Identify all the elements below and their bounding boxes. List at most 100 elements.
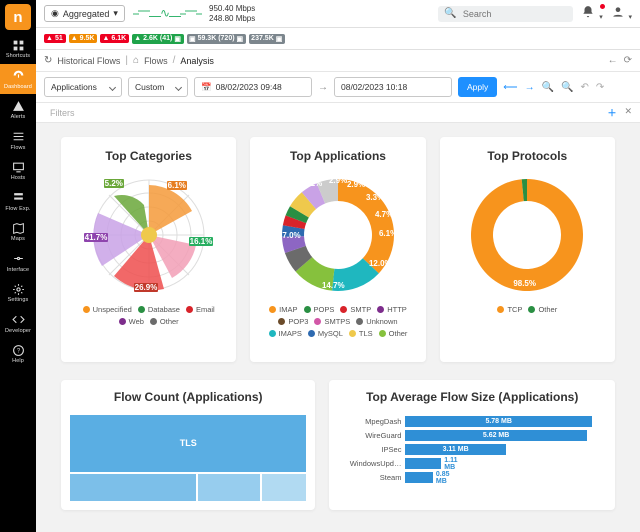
legend-swatch: [377, 306, 384, 313]
legend-item[interactable]: Unspecified: [83, 305, 132, 314]
treemap-cell[interactable]: [69, 473, 197, 502]
legend-swatch: [150, 318, 157, 325]
legend-item[interactable]: Other: [150, 317, 179, 326]
step-fwd-icon[interactable]: →: [525, 82, 535, 93]
topbar: ◉ Aggregated ▾ ⎯⎻⎼∿⎼⎯⎻⎯ 950.40 Mbps 248.…: [36, 0, 640, 28]
notifications-button[interactable]: ▾: [581, 5, 602, 22]
brand-logo[interactable]: n: [5, 4, 31, 30]
datetime-from[interactable]: 📅 08/02/2023 09:48: [194, 77, 312, 97]
legend-item[interactable]: Other: [379, 329, 408, 338]
sidebar-item-label: Dashboard: [4, 85, 32, 91]
range-select[interactable]: Custom: [128, 77, 188, 97]
treemap-cell[interactable]: [261, 473, 307, 502]
apply-button[interactable]: Apply: [458, 77, 497, 97]
bar[interactable]: 5.62 MB: [405, 430, 586, 441]
legend-item[interactable]: TCP: [497, 305, 522, 314]
donut-chart: 98.5%: [463, 171, 591, 299]
undo-icon[interactable]: ↶: [581, 82, 589, 93]
redo-icon[interactable]: ↷: [596, 82, 604, 93]
bar-track: 5.78 MB: [405, 416, 599, 427]
status-badge[interactable]: ▲ 51: [44, 34, 66, 43]
sidebar-item-dashboard[interactable]: Dashboard: [0, 64, 36, 95]
legend-item[interactable]: Web: [119, 317, 144, 326]
legend-item[interactable]: SMTPS: [314, 317, 350, 326]
step-back-icon[interactable]: ⟵: [503, 82, 517, 93]
gear-icon: [11, 282, 25, 296]
back-icon[interactable]: ←: [608, 55, 618, 66]
legend-item[interactable]: IMAPS: [269, 329, 302, 338]
map-icon: [11, 221, 25, 235]
bar[interactable]: 3.11 MB: [405, 444, 505, 455]
toolbar-icons: ⟵ → 🔍 🔍 ↶ ↷: [503, 82, 604, 93]
legend: Unspecified Database Email Web Other: [69, 305, 228, 326]
metric-select[interactable]: Applications: [44, 77, 122, 97]
legend-item[interactable]: Other: [528, 305, 557, 314]
sidebar-item-maps[interactable]: Maps: [0, 216, 36, 247]
sparkline-icon: ⎯⎻⎼∿⎼⎯⎻⎯: [133, 6, 201, 21]
breadcrumb-mid[interactable]: Flows: [144, 56, 168, 66]
bar-row: MpegDash5.78 MB: [341, 416, 599, 427]
legend-item[interactable]: Database: [138, 305, 180, 314]
status-badge[interactable]: ▲ 2.6K (41) ▣: [132, 34, 184, 44]
bar[interactable]: 5.78 MB: [405, 416, 591, 427]
bar-value: 3.11 MB: [443, 446, 469, 453]
bar[interactable]: 1.11 MB: [405, 458, 441, 469]
search-icon: 🔍: [444, 8, 456, 19]
card-top-applications: Top Applications 37.0% 14.7% 12.0% 6.1% …: [250, 137, 425, 362]
legend-item[interactable]: Unknown: [356, 317, 397, 326]
card-top-protocols: Top Protocols 98.5% TCPOther: [440, 137, 615, 362]
legend-item[interactable]: TLS: [349, 329, 373, 338]
legend-swatch: [138, 306, 145, 313]
sidebar-item-alerts[interactable]: Alerts: [0, 94, 36, 125]
sidebar-item-shortcuts[interactable]: Shortcuts: [0, 33, 36, 64]
datetime-to[interactable]: 08/02/2023 10:18: [334, 77, 452, 97]
sidebar-item-hosts[interactable]: Hosts: [0, 155, 36, 186]
legend-item[interactable]: Email: [186, 305, 215, 314]
status-badge[interactable]: ▲ 6.1K: [100, 34, 129, 43]
add-filter-button[interactable]: ＋: [607, 106, 616, 119]
bar-value: 5.62 MB: [483, 432, 509, 439]
user-menu[interactable]: ▾: [611, 5, 632, 22]
legend-label: IMAP: [279, 305, 297, 314]
legend-item[interactable]: IMAP: [269, 305, 297, 314]
legend-item[interactable]: SMTP: [340, 305, 371, 314]
treemap-cell[interactable]: TLS: [69, 414, 307, 473]
bar-label: WindowsUpd…: [341, 459, 401, 468]
zoom-in-icon[interactable]: 🔍: [561, 82, 573, 93]
clear-filters-button[interactable]: ✕: [624, 106, 632, 119]
zoom-out-icon[interactable]: 🔍: [542, 82, 554, 93]
legend-item[interactable]: POP3: [278, 317, 308, 326]
status-badge[interactable]: ▣ 59.3K (720) ▣: [187, 34, 246, 44]
sidebar-item-flows[interactable]: Flows: [0, 125, 36, 156]
search-box[interactable]: 🔍: [438, 6, 573, 22]
treemap-cell[interactable]: [197, 473, 262, 502]
legend-label: POPS: [314, 305, 335, 314]
sidebar-item-interface[interactable]: Interface: [0, 247, 36, 278]
status-badge[interactable]: 237.5K ▣: [249, 34, 285, 44]
aggregate-dropdown[interactable]: ◉ Aggregated ▾: [44, 5, 125, 22]
status-badge[interactable]: ▲ 9.5K: [69, 34, 98, 43]
shortcuts-icon: [11, 38, 25, 52]
sidebar-item-flowexp[interactable]: Flow Exp.: [0, 186, 36, 217]
breadcrumb-root[interactable]: Historical Flows: [57, 56, 120, 66]
filters-row[interactable]: Filters ＋ ✕: [36, 103, 640, 123]
refresh-icon[interactable]: ⟳: [624, 55, 632, 66]
chevron-down-icon: [109, 83, 116, 90]
bar-label: WireGuard: [341, 431, 401, 440]
legend-label: Other: [538, 305, 557, 314]
legend-item[interactable]: HTTP: [377, 305, 407, 314]
legend-item[interactable]: MySQL: [308, 329, 343, 338]
legend-label: MySQL: [318, 329, 343, 338]
legend-label: HTTP: [387, 305, 407, 314]
bar[interactable]: 0.85 MB: [405, 472, 432, 483]
sidebar-item-developer[interactable]: Developer: [0, 308, 36, 339]
search-input[interactable]: [461, 8, 568, 20]
sidebar-item-help[interactable]: ? Help: [0, 338, 36, 369]
sidebar-item-label: Alerts: [11, 115, 26, 121]
card-title: Top Average Flow Size (Applications): [366, 390, 578, 404]
rate-up: 248.80 Mbps: [209, 14, 255, 23]
sidebar-item-label: Hosts: [11, 176, 26, 182]
sidebar-item-settings[interactable]: Settings: [0, 277, 36, 308]
legend-item[interactable]: POPS: [304, 305, 335, 314]
home-icon[interactable]: ⌂: [133, 55, 139, 66]
